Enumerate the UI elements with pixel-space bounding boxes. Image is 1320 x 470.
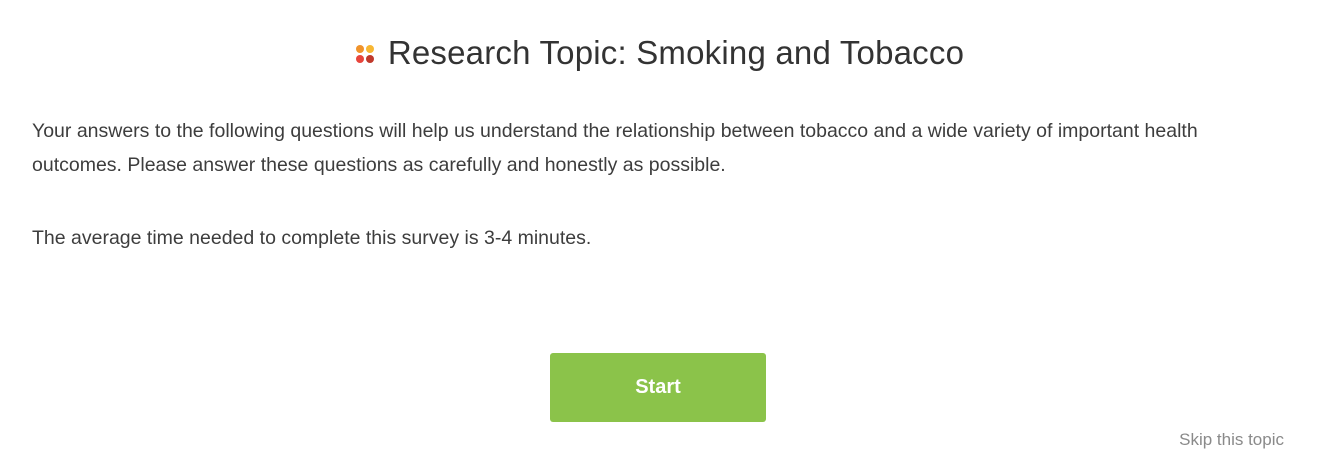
logo-dot (365, 45, 374, 53)
start-button[interactable]: Start (550, 353, 766, 422)
survey-time-note: The average time needed to complete this… (32, 227, 592, 249)
topic-description: Your answers to the following questions … (32, 120, 1198, 176)
logo-dot (355, 45, 364, 53)
page-title: Research Topic: Smoking and Tobacco (387, 34, 965, 71)
logo-dot (355, 55, 364, 63)
logo-dot (365, 55, 374, 63)
skip-topic-link[interactable]: Skip this topic (1179, 430, 1284, 450)
four-dots-logo-icon (355, 45, 374, 63)
topic-header: Research Topic: Smoking and Tobacco (0, 34, 1320, 72)
